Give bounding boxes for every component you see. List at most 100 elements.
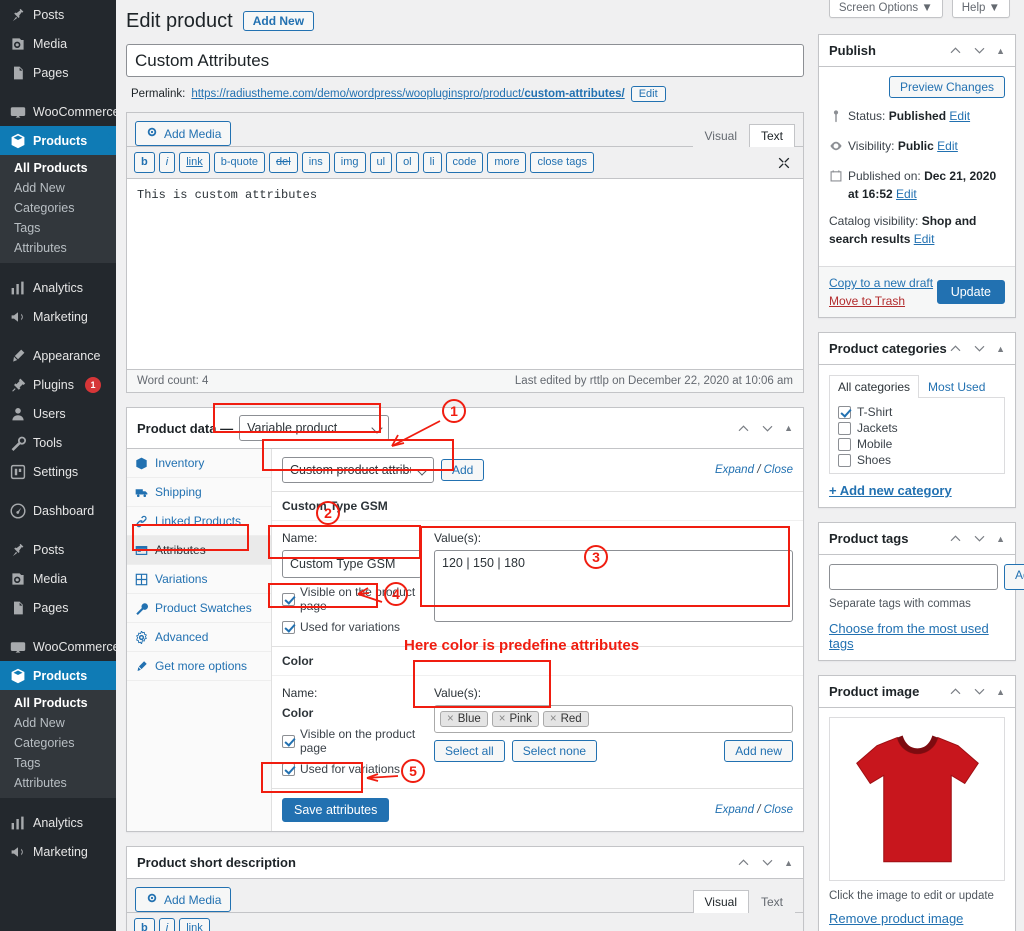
toggle-panel-icon[interactable]: ▲ <box>996 534 1005 544</box>
tags-input[interactable] <box>829 564 998 590</box>
category-checkbox[interactable] <box>838 437 851 451</box>
move-up-icon[interactable] <box>736 855 751 870</box>
move-down-icon[interactable] <box>972 341 987 356</box>
attribute-term-pill[interactable]: × Pink <box>491 711 539 728</box>
category-item[interactable]: T-Shirt <box>838 404 996 420</box>
published-edit-link[interactable]: Edit <box>896 187 917 201</box>
move-down-icon[interactable] <box>972 684 987 699</box>
sidebar-subitem-add-new[interactable]: Add New <box>0 178 116 198</box>
sidebar-item-appearance[interactable]: Appearance <box>0 341 116 370</box>
sidebar-subitem-tags[interactable]: Tags <box>0 753 116 773</box>
quicktag-b[interactable]: b <box>134 152 155 174</box>
sidebar-item-posts[interactable]: Posts <box>0 535 116 564</box>
sidebar-item-media[interactable]: Media <box>0 564 116 593</box>
preview-changes-button[interactable]: Preview Changes <box>888 76 1005 98</box>
move-down-icon[interactable] <box>760 855 775 870</box>
close-link[interactable]: Close <box>764 464 793 476</box>
attribute-terms-select[interactable]: × Blue × Pink × Red <box>434 705 793 734</box>
move-down-icon[interactable] <box>972 43 987 58</box>
add-media-button[interactable]: Add Media <box>135 121 232 146</box>
sidebar-subitem-attributes[interactable]: Attributes <box>0 773 116 793</box>
sidebar-item-analytics[interactable]: Analytics <box>0 808 116 837</box>
visible-checkbox[interactable] <box>282 592 295 606</box>
permalink-edit-button[interactable]: Edit <box>630 86 666 102</box>
select-all-button[interactable]: Select all <box>434 740 505 763</box>
sidebar-item-woocommerce[interactable]: WooCommerce <box>0 632 116 661</box>
expand-link[interactable]: Expand <box>715 804 754 816</box>
add-media-button[interactable]: Add Media <box>135 887 232 913</box>
quicktag-close-tags[interactable]: close tags <box>530 152 594 174</box>
used-for-variations-row[interactable]: Used for variations <box>282 620 422 634</box>
sidebar-item-plugins[interactable]: Plugins 1 <box>0 370 116 399</box>
attribute-term-pill[interactable]: × Red <box>542 711 589 728</box>
product-data-tab-get-more-options[interactable]: Get more options <box>127 652 271 682</box>
variations-checkbox[interactable] <box>282 762 295 776</box>
toggle-panel-icon[interactable]: ▲ <box>996 344 1005 354</box>
tab-visual[interactable]: Visual <box>692 124 749 147</box>
move-to-trash-link[interactable]: Move to Trash <box>829 294 933 308</box>
sidebar-subitem-all-products[interactable]: All Products <box>0 158 116 178</box>
sidebar-item-marketing[interactable]: Marketing <box>0 302 116 331</box>
category-checkbox[interactable] <box>838 421 851 435</box>
sidebar-item-products[interactable]: Products <box>0 661 116 690</box>
product-type-select[interactable]: Variable product <box>239 415 390 442</box>
product-data-tab-variations[interactable]: Variations <box>127 565 271 595</box>
product-data-tab-linked-products[interactable]: Linked Products <box>127 507 271 537</box>
close-link[interactable]: Close <box>764 804 793 816</box>
catalog-edit-link[interactable]: Edit <box>914 232 935 246</box>
move-up-icon[interactable] <box>948 684 963 699</box>
category-checkbox[interactable] <box>838 453 851 467</box>
add-new-category-link[interactable]: + Add new category <box>829 483 952 498</box>
visible-checkbox[interactable] <box>282 734 295 748</box>
quicktag-i[interactable]: i <box>158 152 176 174</box>
sidebar-subitem-add-new[interactable]: Add New <box>0 713 116 733</box>
quicktag-del[interactable]: del <box>269 152 298 174</box>
remove-term-icon[interactable]: × <box>499 713 506 725</box>
move-up-icon[interactable] <box>736 421 751 436</box>
quicktag-ol[interactable]: ol <box>396 152 419 174</box>
add-tag-button[interactable]: Add <box>1004 564 1024 590</box>
quicktag-ul[interactable]: ul <box>369 152 393 174</box>
sidebar-subitem-categories[interactable]: Categories <box>0 198 116 218</box>
sidebar-item-pages[interactable]: Pages <box>0 593 116 622</box>
visibility-edit-link[interactable]: Edit <box>937 139 958 153</box>
select-none-button[interactable]: Select none <box>511 740 598 763</box>
attribute-type-select[interactable]: Custom product attribute <box>282 457 434 484</box>
help-button[interactable]: Help ▼ <box>951 0 1010 18</box>
move-up-icon[interactable] <box>948 531 963 546</box>
move-down-icon[interactable] <box>760 421 775 436</box>
quicktag-img[interactable]: img <box>333 152 366 174</box>
toggle-panel-icon[interactable]: ▲ <box>784 858 793 868</box>
toggle-panel-icon[interactable]: ▲ <box>996 46 1005 56</box>
product-data-tab-product-swatches[interactable]: Product Swatches <box>127 594 271 624</box>
sidebar-item-users[interactable]: Users <box>0 399 116 428</box>
quicktag-link[interactable]: link <box>179 918 210 931</box>
attribute-values-textarea[interactable] <box>434 550 793 623</box>
product-title-input[interactable] <box>126 44 804 77</box>
tab-text[interactable]: Text <box>748 124 795 147</box>
used-for-variations-row[interactable]: Used for variations <box>282 762 422 776</box>
category-item[interactable]: Shoes <box>838 452 996 468</box>
category-item[interactable]: Jackets <box>838 420 996 436</box>
sidebar-item-tools[interactable]: Tools <box>0 428 116 457</box>
attribute-name-input[interactable] <box>282 550 422 579</box>
sidebar-item-dashboard[interactable]: Dashboard <box>0 496 116 525</box>
toggle-panel-icon[interactable]: ▲ <box>784 423 793 433</box>
quicktag-code[interactable]: code <box>445 152 484 174</box>
sidebar-item-media[interactable]: Media <box>0 29 116 58</box>
move-down-icon[interactable] <box>972 531 987 546</box>
tab-text[interactable]: Text <box>748 890 795 914</box>
product-data-tab-advanced[interactable]: Advanced <box>127 623 271 653</box>
screen-options-button[interactable]: Screen Options ▼ <box>828 0 943 18</box>
category-checkbox[interactable] <box>838 405 851 419</box>
remove-product-image-link[interactable]: Remove product image <box>829 911 963 926</box>
product-data-tab-inventory[interactable]: Inventory <box>127 449 271 479</box>
sidebar-item-posts[interactable]: Posts <box>0 0 116 29</box>
product-thumbnail[interactable] <box>829 717 1005 881</box>
sidebar-item-woocommerce[interactable]: WooCommerce <box>0 97 116 126</box>
quicktag-ins[interactable]: ins <box>301 152 330 174</box>
sidebar-subitem-tags[interactable]: Tags <box>0 218 116 238</box>
tab-all-categories[interactable]: All categories <box>829 375 920 398</box>
sidebar-item-analytics[interactable]: Analytics <box>0 273 116 302</box>
visible-on-product-page-row[interactable]: Visible on the product page <box>282 585 422 613</box>
